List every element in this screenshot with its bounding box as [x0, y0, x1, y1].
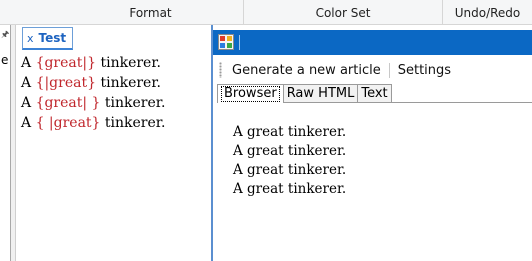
editor-line: A {|great} tinkerer.	[21, 73, 165, 93]
titlebar-separator	[239, 35, 240, 50]
editor-line: A {great| } tinkerer.	[21, 93, 165, 113]
app-icon[interactable]	[218, 34, 234, 50]
line-prefix: A	[21, 55, 36, 71]
document-tab-test[interactable]: x Test	[22, 27, 74, 50]
document-tab-label: Test	[38, 31, 67, 45]
ribbon-group-color-set: Color Set	[315, 6, 371, 20]
generate-article-button[interactable]: Generate a new article	[229, 63, 384, 78]
tab-raw-html-label: Raw HTML	[286, 86, 355, 101]
toolbar-grip-icon[interactable]	[219, 62, 222, 78]
tab-text-label: Text	[361, 86, 388, 101]
line-suffix: tinkerer.	[100, 115, 166, 131]
pin-icon[interactable]: 🖈	[1, 27, 9, 43]
preview-toolbar: Generate a new article Settings	[213, 59, 532, 81]
spintax-token: {|great}	[35, 75, 97, 91]
editor-line: A {great|} tinkerer.	[21, 53, 165, 73]
spintax-token: { |great}	[35, 115, 101, 131]
tab-browser-label: Browser	[221, 86, 280, 102]
spintax-token: {great| }	[35, 95, 101, 111]
article-line: A great tinkerer.	[233, 181, 347, 197]
tab-raw-html[interactable]: Raw HTML	[282, 84, 359, 102]
article-line: A great tinkerer.	[233, 124, 347, 140]
settings-button[interactable]: Settings	[395, 63, 454, 78]
preview-tabs: Browser Raw HTML Text	[217, 84, 392, 103]
line-suffix: tinkerer.	[100, 95, 166, 111]
browser-view: A great tinkerer. A great tinkerer. A gr…	[233, 123, 346, 199]
preview-pane: Generate a new article Settings Browser …	[213, 25, 532, 261]
ribbon-group-header-strip: Format Color Set Undo/Redo	[0, 0, 532, 25]
editor-line: A { |great} tinkerer.	[21, 113, 165, 133]
left-pane-clipped-text: e	[1, 53, 9, 67]
close-icon[interactable]: x	[27, 32, 34, 45]
line-suffix: tinkerer.	[96, 55, 161, 71]
line-prefix: A	[21, 95, 36, 111]
spintax-token: {great|}	[35, 55, 97, 71]
tab-browser[interactable]: Browser	[217, 84, 284, 103]
left-docked-pane: 🖈 e	[0, 25, 11, 261]
preview-titlebar	[213, 30, 532, 55]
article-line: A great tinkerer.	[233, 143, 347, 159]
line-prefix: A	[21, 75, 36, 91]
spintax-editor[interactable]: x Test A {great|} tinkerer. A {|great} t…	[16, 25, 211, 261]
line-prefix: A	[21, 115, 36, 131]
ribbon-group-undo-redo: Undo/Redo	[454, 6, 521, 20]
line-suffix: tinkerer.	[96, 75, 161, 91]
editor-text-area[interactable]: A {great|} tinkerer. A {|great} tinkerer…	[21, 53, 165, 133]
ribbon-group-format: Format	[129, 6, 172, 20]
article-line: A great tinkerer.	[233, 162, 347, 178]
tab-text[interactable]: Text	[357, 84, 392, 102]
toolbar-separator	[388, 62, 390, 78]
